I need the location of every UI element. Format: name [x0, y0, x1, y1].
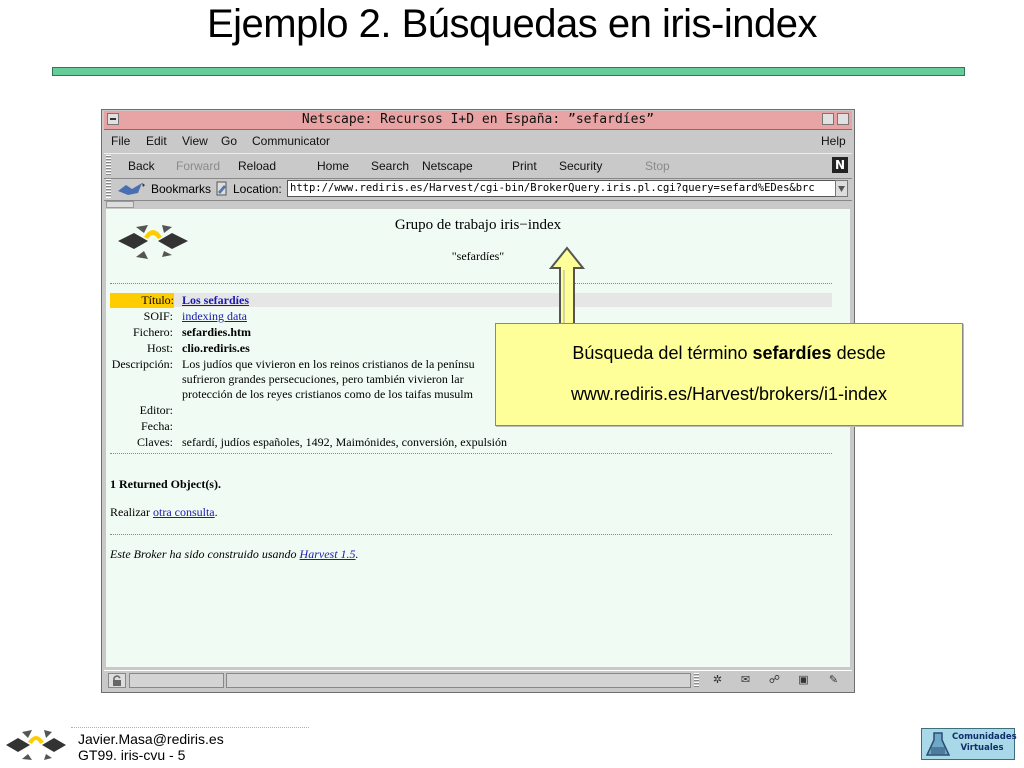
descripcion-label: Descripción: — [111, 357, 173, 371]
broker-suffix: . — [355, 547, 359, 561]
footer-slide-id: GT99. iris-cvu - 5 — [78, 747, 186, 763]
netscape-button[interactable]: Netscape — [422, 159, 473, 173]
group-title: Grupo de trabajo iris−index — [394, 217, 562, 233]
soif-link[interactable]: indexing data — [182, 309, 247, 323]
host-value: clio.rediris.es — [182, 341, 250, 355]
callout-suffix: desde — [836, 343, 886, 363]
descripcion-line-3: protección de los reyes cristianos como … — [182, 387, 473, 401]
stop-button[interactable]: Stop — [645, 159, 670, 173]
cv-logo-text: Comunidades Virtuales — [952, 732, 1017, 753]
broker-prefix: Este Broker ha sido construido usando — [110, 547, 297, 561]
forward-button[interactable]: Forward — [176, 159, 220, 173]
result-title-link[interactable]: Los sefardíes — [182, 293, 249, 307]
slide-title: Ejemplo 2. Búsquedas en iris-index — [206, 2, 818, 46]
bookmarks-icon[interactable] — [116, 181, 146, 197]
otra-consulta-link[interactable]: otra consulta — [153, 505, 215, 519]
page-content: Grupo de trabajo iris−index "sefardíes" … — [106, 209, 850, 667]
returned-count: 1 Returned Object(s). — [110, 477, 221, 491]
security-button[interactable]: Security — [559, 159, 602, 173]
security-lock-icon[interactable] — [108, 673, 126, 688]
menu-edit[interactable]: Edit — [146, 134, 167, 148]
url-input[interactable]: http://www.rediris.es/Harvest/cgi-bin/Br… — [287, 180, 841, 197]
window-title: Netscape: Recursos I+D en España: ”sefar… — [301, 112, 655, 127]
menu-help[interactable]: Help — [821, 134, 846, 148]
menu-view[interactable]: View — [182, 134, 208, 148]
conference-icon[interactable]: ✎ — [826, 674, 841, 687]
callout-box: Búsqueda del término sefardíes desde www… — [495, 323, 963, 426]
maximize-button[interactable] — [837, 113, 849, 125]
navigation-toolbar: Back Forward Reload Home Search Netscape… — [104, 153, 852, 179]
harvest-link[interactable]: Harvest 1.5 — [300, 547, 356, 561]
result-soif-row: SOIF: indexing data — [110, 309, 832, 323]
claves-value: sefardí, judíos españoles, 1492, Maimóni… — [182, 435, 507, 449]
toolbar-grip[interactable] — [106, 155, 111, 175]
collapsed-toolbar-tab[interactable] — [106, 201, 134, 208]
callout-line-1: Búsqueda del término sefardíes desde — [496, 343, 962, 364]
netscape-logo-icon[interactable]: N — [832, 157, 848, 173]
footer-rule — [71, 727, 309, 728]
host-label: Host: — [146, 341, 173, 355]
callout-line-2: www.rediris.es/Harvest/brokers/i1-index — [570, 384, 888, 404]
minimize-button[interactable] — [822, 113, 834, 125]
search-button[interactable]: Search — [371, 159, 409, 173]
callout-term: sefardíes — [752, 343, 832, 363]
location-label: Location: — [233, 182, 282, 196]
realizar-prefix: Realizar — [110, 505, 150, 519]
navigator-icon[interactable]: ✲ — [710, 674, 725, 687]
titulo-label: Título: — [110, 293, 174, 308]
back-button[interactable]: Back — [128, 159, 155, 173]
composer-icon[interactable]: ▣ — [796, 674, 811, 687]
url-dropdown-button[interactable] — [835, 180, 848, 197]
menu-communicator[interactable]: Communicator — [252, 134, 330, 148]
soif-label: SOIF: — [143, 309, 173, 323]
rediris-footer-logo-icon — [6, 730, 66, 760]
collapsed-toolbar-strip — [104, 201, 852, 208]
descripcion-line-2: sufrieron grandes persecuciones, pero ta… — [182, 372, 464, 386]
component-bar-grip[interactable] — [694, 673, 699, 688]
fichero-value: sefardies.htm — [182, 325, 251, 339]
fichero-label: Fichero: — [133, 325, 173, 339]
divider — [110, 283, 832, 284]
status-text-box — [226, 673, 691, 688]
descripcion-line-1: Los judíos que vivieron en los reinos cr… — [182, 357, 475, 371]
result-claves-row: Claves: sefardí, judíos españoles, 1492,… — [110, 435, 832, 449]
reload-button[interactable]: Reload — [238, 159, 276, 173]
callout-prefix: Búsqueda del término — [572, 343, 748, 363]
editor-label: Editor: — [139, 403, 173, 417]
realizar-line: Realizar otra consulta. — [110, 505, 218, 520]
menu-go[interactable]: Go — [221, 134, 237, 148]
title-rule — [52, 67, 965, 76]
result-title-row: Título: Los sefardíes — [110, 293, 832, 308]
page-proxy-icon[interactable] — [214, 180, 230, 198]
fecha-label: Fecha: — [141, 419, 173, 433]
flask-icon — [925, 732, 951, 756]
status-bar: ✲ ✉ ☍ ▣ ✎ — [104, 670, 852, 691]
home-button[interactable]: Home — [317, 159, 349, 173]
window-titlebar[interactable]: Netscape: Recursos I+D en España: ”sefar… — [104, 111, 852, 130]
broker-line: Este Broker ha sido construido usando Ha… — [110, 547, 359, 562]
bookmarks-label[interactable]: Bookmarks — [151, 182, 211, 196]
divider — [110, 453, 832, 454]
footer-email: Javier.Masa@rediris.es — [78, 731, 224, 747]
comunidades-virtuales-logo: Comunidades Virtuales — [921, 728, 1017, 760]
menu-bar: File Edit View Go Communicator Help — [104, 131, 852, 151]
progress-box — [129, 673, 224, 688]
discussions-icon[interactable]: ☍ — [767, 674, 782, 687]
query-text: "sefardíes" — [451, 249, 505, 263]
realizar-suffix: . — [214, 505, 218, 519]
location-grip[interactable] — [106, 179, 111, 198]
divider — [110, 534, 832, 535]
location-bar: Bookmarks Location: http://www.rediris.e… — [104, 178, 852, 201]
claves-label: Claves: — [137, 435, 173, 449]
print-button[interactable]: Print — [512, 159, 537, 173]
mail-icon[interactable]: ✉ — [738, 674, 753, 687]
menu-file[interactable]: File — [111, 134, 130, 148]
